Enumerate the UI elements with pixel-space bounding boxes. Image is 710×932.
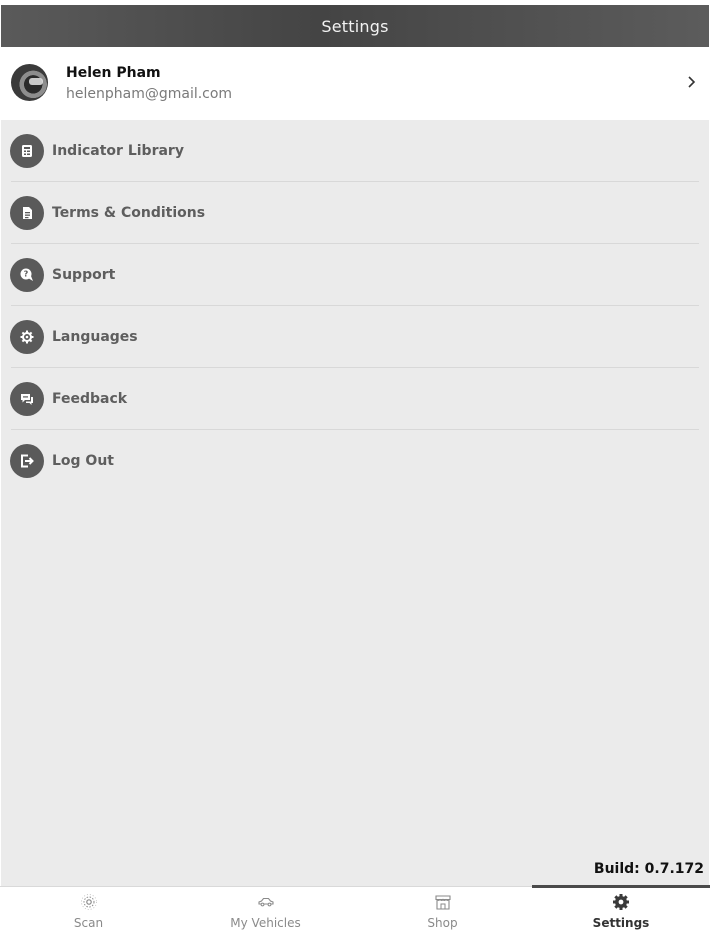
tab-bar: Scan My Vehicles Shop Settings <box>0 885 710 932</box>
menu-item-label: Languages <box>52 329 138 345</box>
avatar <box>11 64 48 101</box>
tab-scan[interactable]: Scan <box>0 887 177 932</box>
settings-menu: Indicator Library Terms & Conditions ? S… <box>1 120 709 886</box>
menu-item-feedback[interactable]: Feedback <box>1 368 709 430</box>
svg-text:?: ? <box>24 270 29 279</box>
tab-shop[interactable]: Shop <box>354 887 531 932</box>
menu-item-terms-conditions[interactable]: Terms & Conditions <box>1 182 709 244</box>
menu-item-languages[interactable]: Languages <box>1 306 709 368</box>
menu-item-support[interactable]: ? Support <box>1 244 709 306</box>
indicator-library-icon <box>10 134 44 168</box>
logout-icon <box>10 444 44 478</box>
header-bar: Settings <box>1 5 709 47</box>
tab-label: My Vehicles <box>230 916 301 930</box>
menu-item-logout[interactable]: Log Out <box>1 430 709 492</box>
scan-icon <box>80 894 97 910</box>
menu-item-label: Feedback <box>52 391 128 407</box>
menu-item-label: Indicator Library <box>52 143 184 159</box>
menu-item-label: Terms & Conditions <box>52 205 206 221</box>
menu-item-label: Log Out <box>52 453 114 469</box>
languages-gear-icon <box>10 320 44 354</box>
profile-row[interactable]: Helen Pham helenpham@gmail.com <box>1 47 709 120</box>
feedback-icon <box>10 382 44 416</box>
car-icon <box>257 897 274 907</box>
page-title: Settings <box>321 16 389 36</box>
shop-icon <box>434 895 451 910</box>
support-icon: ? <box>10 258 44 292</box>
tab-label: Scan <box>73 916 104 930</box>
menu-item-label: Support <box>52 267 116 283</box>
menu-item-indicator-library[interactable]: Indicator Library <box>1 120 709 182</box>
build-version: Build: 0.7.172 <box>593 861 704 877</box>
tab-label: Shop <box>427 916 458 930</box>
tab-settings[interactable]: Settings <box>532 885 710 932</box>
profile-name: Helen Pham <box>66 65 161 81</box>
tab-my-vehicles[interactable]: My Vehicles <box>177 887 354 932</box>
active-tab-indicator <box>532 885 710 888</box>
settings-gear-icon <box>613 894 629 910</box>
tab-label: Settings <box>592 916 650 930</box>
chevron-right-icon <box>688 76 696 88</box>
document-icon <box>10 196 44 230</box>
profile-email: helenpham@gmail.com <box>66 86 233 102</box>
